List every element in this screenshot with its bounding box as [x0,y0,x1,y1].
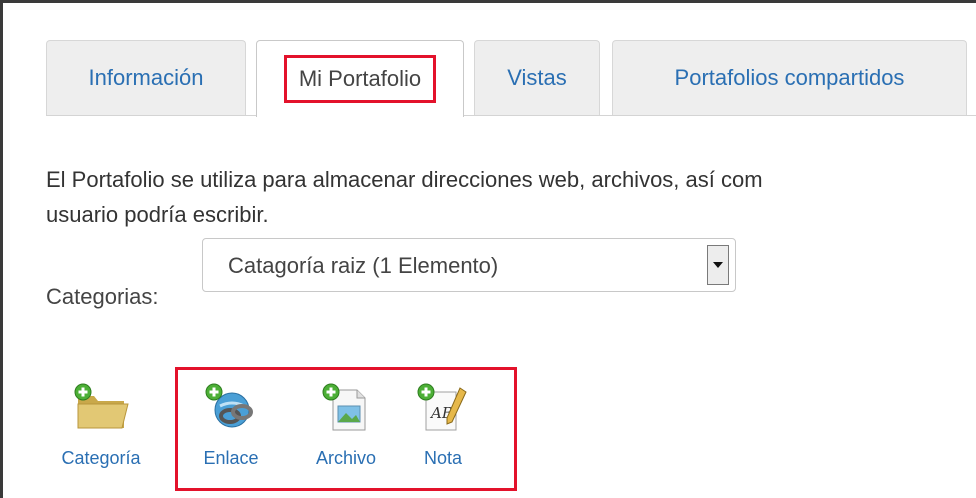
tab-vistas-label: Vistas [507,65,567,90]
add-file-button[interactable]: Archivo [298,382,394,469]
add-category-button[interactable]: Categoría [46,382,156,469]
description-line-2: usuario podría escribir. [46,202,269,227]
add-file-label: Archivo [315,448,377,468]
tab-vistas[interactable]: Vistas [474,40,600,115]
add-link-button[interactable]: Enlace [188,382,274,469]
link-add-icon [202,382,260,432]
tab-informacion-label: Información [88,65,204,90]
file-add-icon [317,382,375,432]
categories-label: Categorias: [46,284,159,309]
tab-mi-portafolio[interactable]: Mi Portafolio [256,40,464,117]
tab-mi-portafolio-label: Mi Portafolio [283,55,437,103]
dropdown-arrow-button[interactable] [707,245,729,285]
portfolio-description: El Portafolio se utiliza para almacenar … [46,162,976,232]
category-select[interactable]: Catagoría raiz (1 Elemento) [202,238,736,292]
add-category-label: Categoría [61,448,141,468]
category-select-value: Catagoría raiz (1 Elemento) [228,253,499,278]
folder-add-icon [72,382,130,432]
tab-informacion[interactable]: Información [46,40,246,115]
tab-portafolios-compartidos[interactable]: Portafolios compartidos [612,40,967,115]
tab-bar: Información Mi Portafolio Vistas Portafo… [0,0,976,120]
add-link-label: Enlace [203,448,259,468]
tab-divider [46,115,976,116]
chevron-down-icon [713,262,723,268]
description-line-1: El Portafolio se utiliza para almacenar … [46,167,763,192]
tab-portafolios-compartidos-label: Portafolios compartidos [674,65,905,90]
note-add-icon: AB [414,382,472,432]
add-note-label: Nota [423,448,463,468]
add-note-button[interactable]: AB Nota [410,382,476,469]
